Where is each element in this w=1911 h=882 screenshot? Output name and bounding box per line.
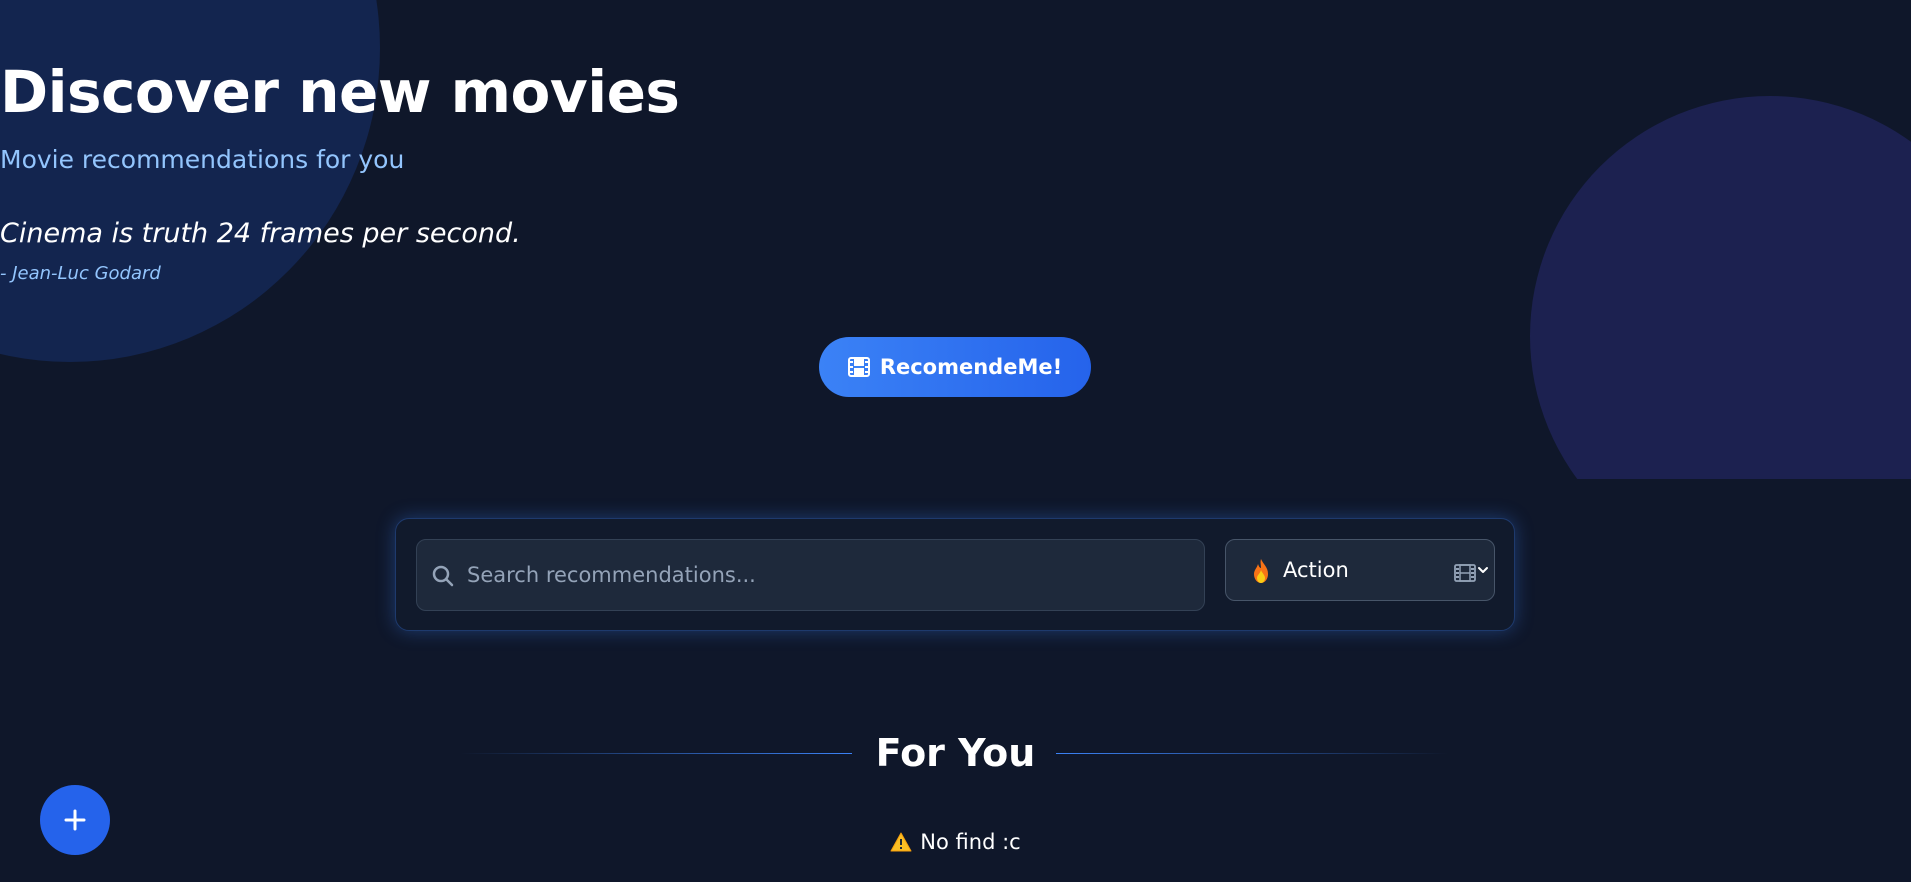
warning-icon [890, 832, 912, 852]
section-title: For You [875, 731, 1036, 775]
search-box[interactable] [416, 539, 1205, 611]
search-icon [432, 565, 454, 587]
recommend-me-button[interactable]: RecomendeMe! [819, 337, 1091, 397]
film-icon [1454, 564, 1476, 582]
empty-state: No find :c [0, 828, 1911, 856]
genre-selected-label: Action [1283, 558, 1349, 582]
page-title: Discover new movies [0, 58, 680, 126]
search-input[interactable] [467, 540, 1187, 610]
section-divider-right [1056, 753, 1448, 754]
chevron-down-icon [1478, 567, 1488, 573]
add-button[interactable] [40, 785, 110, 855]
quote-author: - Jean-Luc Godard [0, 263, 161, 284]
plus-icon [64, 809, 86, 831]
search-panel: Action [395, 518, 1515, 631]
film-icon [847, 357, 870, 377]
quote-text: Cinema is truth 24 frames per second. [0, 218, 521, 249]
recommend-me-label: RecomendeMe! [879, 355, 1063, 379]
genre-select[interactable]: Action [1225, 539, 1495, 601]
empty-state-text: No find :c [920, 830, 1021, 854]
page-subtitle: Movie recommendations for you [0, 145, 405, 174]
page: Discover new movies Movie recommendation… [0, 0, 1911, 882]
fire-emoji [1254, 559, 1268, 583]
